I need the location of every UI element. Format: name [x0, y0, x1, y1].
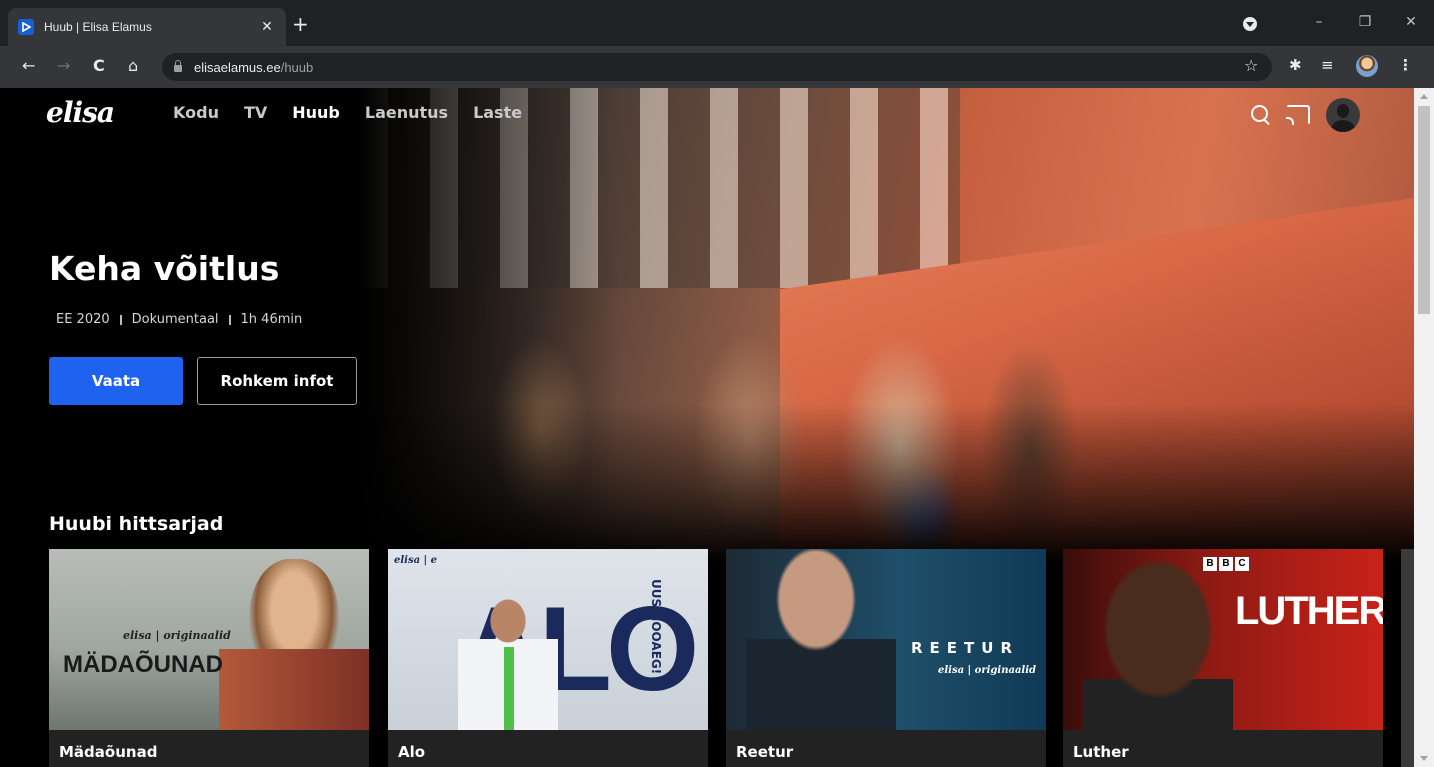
- scroll-up-arrow-icon[interactable]: [1420, 94, 1428, 99]
- poster-title: LUTHER: [1235, 589, 1383, 633]
- series-card-reetur[interactable]: REETUR elisa | originaalid Reetur: [726, 549, 1046, 767]
- new-tab-button[interactable]: +: [292, 14, 309, 34]
- browser-tab[interactable]: Huub | Elisa Elamus ✕: [8, 8, 286, 46]
- main-nav: Kodu TV Huub Laenutus Laste: [173, 103, 547, 122]
- page-scrollbar[interactable]: [1414, 88, 1434, 767]
- hero-banner[interactable]: elisa Kodu TV Huub Laenutus Laste Keha v…: [0, 88, 1414, 563]
- address-bar[interactable]: elisaelamus.ee/huub: [162, 53, 1272, 81]
- poster-figure: [1083, 559, 1233, 730]
- nav-item-laenutus[interactable]: Laenutus: [365, 103, 448, 122]
- more-info-button[interactable]: Rohkem infot: [197, 357, 357, 405]
- poster-brand: elisa | e: [394, 555, 438, 566]
- next-card-peek[interactable]: [1401, 549, 1414, 767]
- card-poster: REETUR elisa | originaalid: [726, 549, 1046, 730]
- meta-separator: [119, 314, 122, 325]
- minimize-button[interactable]: –: [1296, 14, 1342, 30]
- restore-button[interactable]: ❐: [1342, 14, 1388, 30]
- close-window-button[interactable]: ✕: [1388, 14, 1434, 30]
- header-actions: [1250, 98, 1360, 132]
- card-poster: elisa | e ALO UUS HOOAEG!: [388, 549, 708, 730]
- series-card-madaounad[interactable]: elisa | originaalid MÄDAÕUNAD Mädaõunad: [49, 549, 369, 767]
- series-row: elisa | originaalid MÄDAÕUNAD Mädaõunad …: [49, 549, 1414, 767]
- url-text[interactable]: elisaelamus.ee/huub: [194, 60, 313, 75]
- poster-brand: elisa | originaalid: [123, 629, 231, 642]
- nav-item-kodu[interactable]: Kodu: [173, 103, 219, 122]
- bookmark-star-icon[interactable]: ☆: [1244, 56, 1258, 75]
- page-content: elisa Kodu TV Huub Laenutus Laste Keha v…: [0, 88, 1414, 767]
- reload-icon[interactable]: C: [93, 56, 105, 76]
- forward-icon[interactable]: →: [57, 56, 70, 76]
- lock-icon[interactable]: [174, 60, 182, 72]
- scrollbar-thumb[interactable]: [1418, 106, 1430, 314]
- back-icon[interactable]: ←: [22, 56, 35, 76]
- card-label: Reetur: [726, 730, 1046, 767]
- site-header: elisa Kodu TV Huub Laenutus Laste: [0, 88, 1414, 142]
- card-label: Luther: [1063, 730, 1383, 767]
- menu-kebab-icon[interactable]: ⋮: [1398, 56, 1413, 74]
- poster-title: REETUR: [911, 639, 1020, 657]
- nav-item-tv[interactable]: TV: [244, 103, 267, 122]
- row-title: Huubi hittsarjad: [49, 513, 224, 535]
- poster-figure: [219, 649, 369, 730]
- bbc-logo: BBC: [1203, 557, 1249, 571]
- watch-button[interactable]: Vaata: [49, 357, 183, 405]
- profile-avatar[interactable]: [1356, 55, 1378, 77]
- poster-tie: [504, 647, 514, 730]
- nav-item-huub[interactable]: Huub: [292, 103, 340, 122]
- poster-brand: elisa | originaalid: [938, 665, 1037, 676]
- card-poster: BBC LUTHER: [1063, 549, 1383, 730]
- window-controls: – ❐ ✕: [1296, 8, 1434, 36]
- tab-search-icon[interactable]: [1243, 17, 1257, 31]
- cast-icon[interactable]: [1286, 105, 1310, 125]
- series-card-alo[interactable]: elisa | e ALO UUS HOOAEG! Alo: [388, 549, 708, 767]
- poster-side-text: UUS HOOAEG!: [649, 579, 663, 675]
- meta-year: EE 2020: [56, 312, 110, 327]
- series-card-luther[interactable]: BBC LUTHER Luther: [1063, 549, 1383, 767]
- hero-meta: EE 2020 Dokumentaal 1h 46min: [56, 312, 302, 327]
- card-label: Mädaõunad: [49, 730, 369, 767]
- browser-tabbar: Huub | Elisa Elamus ✕ + – ❐ ✕: [0, 0, 1434, 46]
- tab-close-icon[interactable]: ✕: [258, 19, 276, 35]
- screen: Huub | Elisa Elamus ✕ + – ❐ ✕ ← → C ⌂ el…: [0, 0, 1434, 767]
- poster-title: MÄDAÕUNAD: [63, 651, 223, 678]
- tab-title: Huub | Elisa Elamus: [44, 20, 152, 34]
- meta-duration: 1h 46min: [240, 312, 303, 327]
- scroll-down-arrow-icon[interactable]: [1420, 756, 1428, 761]
- card-label: Alo: [388, 730, 708, 767]
- home-icon[interactable]: ⌂: [128, 56, 138, 76]
- elisa-favicon-icon: [18, 19, 34, 35]
- extensions-icon[interactable]: ✱: [1289, 56, 1302, 74]
- nav-item-laste[interactable]: Laste: [473, 103, 522, 122]
- user-avatar-icon[interactable]: [1326, 98, 1360, 132]
- meta-genre: Dokumentaal: [131, 312, 219, 327]
- elisa-logo[interactable]: elisa: [46, 96, 115, 129]
- poster-figure: [746, 549, 896, 730]
- reading-list-icon[interactable]: ≡: [1321, 56, 1334, 74]
- browser-toolbar: ← → C ⌂ elisaelamus.ee/huub ☆ ✱ ≡ ⋮: [0, 46, 1434, 88]
- hero-title: Keha võitlus: [49, 249, 280, 288]
- card-poster: elisa | originaalid MÄDAÕUNAD: [49, 549, 369, 730]
- meta-separator: [228, 314, 231, 325]
- search-icon[interactable]: [1250, 104, 1272, 126]
